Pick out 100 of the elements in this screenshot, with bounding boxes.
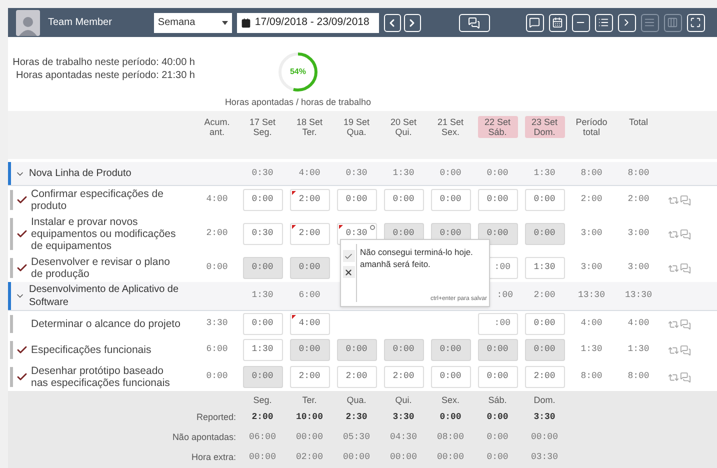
- gauge-caption: Horas apontadas / horas de trabalho: [224, 96, 372, 110]
- time-input[interactable]: 2:00: [524, 366, 564, 388]
- time-total: 13:30: [624, 289, 652, 302]
- flag-marker: [292, 315, 296, 319]
- time-input[interactable]: 1:30: [524, 257, 564, 279]
- time-input[interactable]: 0:00: [242, 313, 282, 335]
- confirm-button[interactable]: [342, 250, 354, 262]
- columns-icon: [667, 17, 678, 28]
- repeat-icon[interactable]: [668, 228, 679, 240]
- calendar-icon: [552, 17, 564, 28]
- summary-label: Hora extra:: [191, 451, 236, 464]
- repeat-icon[interactable]: [668, 344, 679, 356]
- time-total: 0:00: [206, 370, 228, 384]
- time-total: 2:00: [534, 289, 556, 302]
- time-total: 4:00: [298, 166, 320, 180]
- column-header: Acum. ant.: [203, 116, 231, 138]
- fullscreen-button[interactable]: [686, 14, 705, 32]
- time-input[interactable]: 0:00: [524, 189, 564, 211]
- note-marker: [370, 225, 374, 230]
- time-total: 6:00: [298, 289, 320, 302]
- flag-marker: [292, 191, 296, 195]
- comments-icon[interactable]: [680, 262, 691, 274]
- summary-value: 10:00: [296, 411, 323, 424]
- comments-icon[interactable]: [680, 372, 691, 382]
- time-total: 8:00: [628, 370, 650, 384]
- view-toggle-button[interactable]: [458, 14, 490, 32]
- speech-bubbles-icon: [468, 16, 480, 29]
- repeat-icon[interactable]: [668, 318, 679, 330]
- time-total: 3:30: [206, 317, 228, 330]
- comment-icon: [529, 17, 540, 28]
- time-input[interactable]: 0:00: [478, 189, 518, 211]
- time-input[interactable]: 2:00: [290, 189, 330, 211]
- minus-button[interactable]: [572, 14, 590, 32]
- comment-button[interactable]: [526, 14, 544, 32]
- day-label: Seg.: [253, 394, 272, 407]
- day-label: Qui.: [395, 394, 412, 407]
- task-name: Determinar o alcance do projeto: [31, 318, 180, 330]
- summary-value: 00:00: [296, 431, 323, 444]
- time-total: 3:00: [580, 227, 602, 240]
- previous-button[interactable]: [384, 14, 401, 32]
- time-input[interactable]: 2:00: [290, 366, 330, 388]
- time-total: 3:00: [628, 261, 650, 274]
- comments-icon[interactable]: [680, 344, 691, 356]
- chevron-right-button[interactable]: [618, 14, 636, 32]
- time-input[interactable]: 0:00: [242, 189, 282, 211]
- time-input[interactable]: 0:30: [242, 223, 282, 245]
- summary-label: Reported:: [196, 411, 236, 424]
- time-total: 1:30: [252, 289, 274, 302]
- time-input[interactable]: 2:00: [384, 366, 424, 388]
- summary-value: 06:00: [248, 431, 276, 444]
- repeat-icon[interactable]: [668, 372, 679, 382]
- fullscreen-icon: [690, 17, 702, 28]
- time-input[interactable]: 0:00: [336, 189, 376, 211]
- time-input[interactable]: 2:00: [336, 366, 376, 388]
- percentage-text: 54%: [288, 66, 307, 78]
- summary-value: 2:30: [346, 411, 368, 424]
- column-header: Total: [628, 116, 649, 129]
- task-name: Confirmar especificações de produto: [31, 188, 164, 212]
- day-label: Sex.: [441, 394, 460, 407]
- day-label: Sáb.: [488, 394, 507, 407]
- repeat-icon[interactable]: [668, 194, 679, 206]
- time-input[interactable]: 0:00: [384, 189, 424, 211]
- time-input[interactable]: 0:00: [478, 366, 518, 388]
- summary-value: 03:30: [530, 451, 558, 464]
- time-total: 3:00: [628, 227, 650, 240]
- check-icon: [344, 252, 353, 260]
- time-input[interactable]: :00: [478, 313, 518, 335]
- check-icon: [16, 344, 28, 356]
- time-input[interactable]: 0:00: [524, 313, 564, 335]
- summary-value: 02:00: [296, 451, 323, 464]
- time-input[interactable]: 0:00: [430, 189, 470, 211]
- list-icon: [598, 17, 610, 28]
- next-button[interactable]: [404, 14, 421, 32]
- time-total: 8:00: [580, 370, 602, 384]
- time-input[interactable]: 4:00: [290, 313, 330, 335]
- summary-value: 3:30: [392, 411, 414, 424]
- time-total: 6:00: [206, 343, 228, 356]
- time-total: 1:30: [628, 343, 650, 356]
- time-input[interactable]: 2:00: [290, 223, 330, 245]
- time-total: 2:00: [580, 193, 602, 206]
- column-header: 20 Set Qui.: [389, 116, 418, 138]
- project-name: Desenvolvimento de Aplicativo de Software: [29, 283, 180, 309]
- calendar-button[interactable]: [548, 14, 567, 32]
- cancel-button[interactable]: [342, 266, 354, 278]
- list-button[interactable]: [594, 14, 613, 32]
- column-header: 18 Set Ter.: [295, 116, 324, 138]
- repeat-icon[interactable]: [668, 262, 679, 274]
- comments-icon[interactable]: [680, 228, 691, 240]
- check-icon: [16, 228, 28, 240]
- summary-value: 00:00: [342, 451, 370, 464]
- comments-icon[interactable]: [680, 194, 691, 206]
- comments-icon[interactable]: [680, 318, 691, 330]
- time-input[interactable]: 1:30: [242, 339, 282, 361]
- time-total: :00: [496, 289, 513, 302]
- close-icon: [344, 268, 353, 276]
- time-input[interactable]: 0:00: [430, 366, 470, 388]
- period-select[interactable]: Semana: [154, 12, 232, 33]
- lines-icon: [644, 17, 656, 28]
- summary-value: 00:00: [530, 431, 558, 444]
- date-range-field[interactable]: 17/09/2018 - 23/09/2018: [236, 12, 379, 33]
